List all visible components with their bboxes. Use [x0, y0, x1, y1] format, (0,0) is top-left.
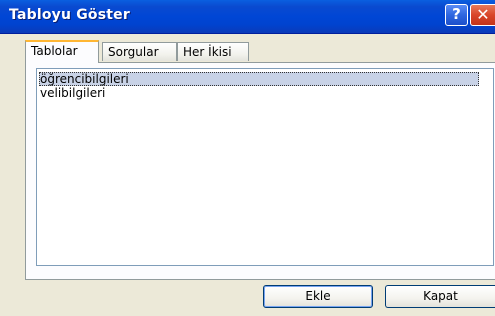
help-icon: ?	[452, 5, 461, 23]
tab-both[interactable]: Her İkisi	[177, 42, 249, 61]
tables-listbox[interactable]: öğrencibilgileri velibilgileri	[36, 68, 494, 266]
help-button[interactable]: ?	[445, 4, 468, 26]
window-title: Tabloyu Göster	[9, 7, 130, 23]
add-button[interactable]: Ekle	[263, 285, 373, 308]
close-icon: ✕	[476, 5, 490, 24]
close-button[interactable]: Kapat	[385, 285, 495, 308]
list-item[interactable]: öğrencibilgileri	[39, 72, 479, 86]
show-table-dialog: Tabloyu Göster ? ✕ Tablolar Sorgular Her…	[0, 0, 495, 316]
tab-queries[interactable]: Sorgular	[102, 42, 177, 61]
tab-tables[interactable]: Tablolar	[25, 40, 99, 63]
list-item[interactable]: velibilgileri	[40, 86, 105, 100]
tab-panel: öğrencibilgileri velibilgileri	[25, 62, 495, 280]
title-bar[interactable]: Tabloyu Göster ? ✕	[0, 0, 495, 34]
close-window-button[interactable]: ✕	[470, 4, 495, 26]
